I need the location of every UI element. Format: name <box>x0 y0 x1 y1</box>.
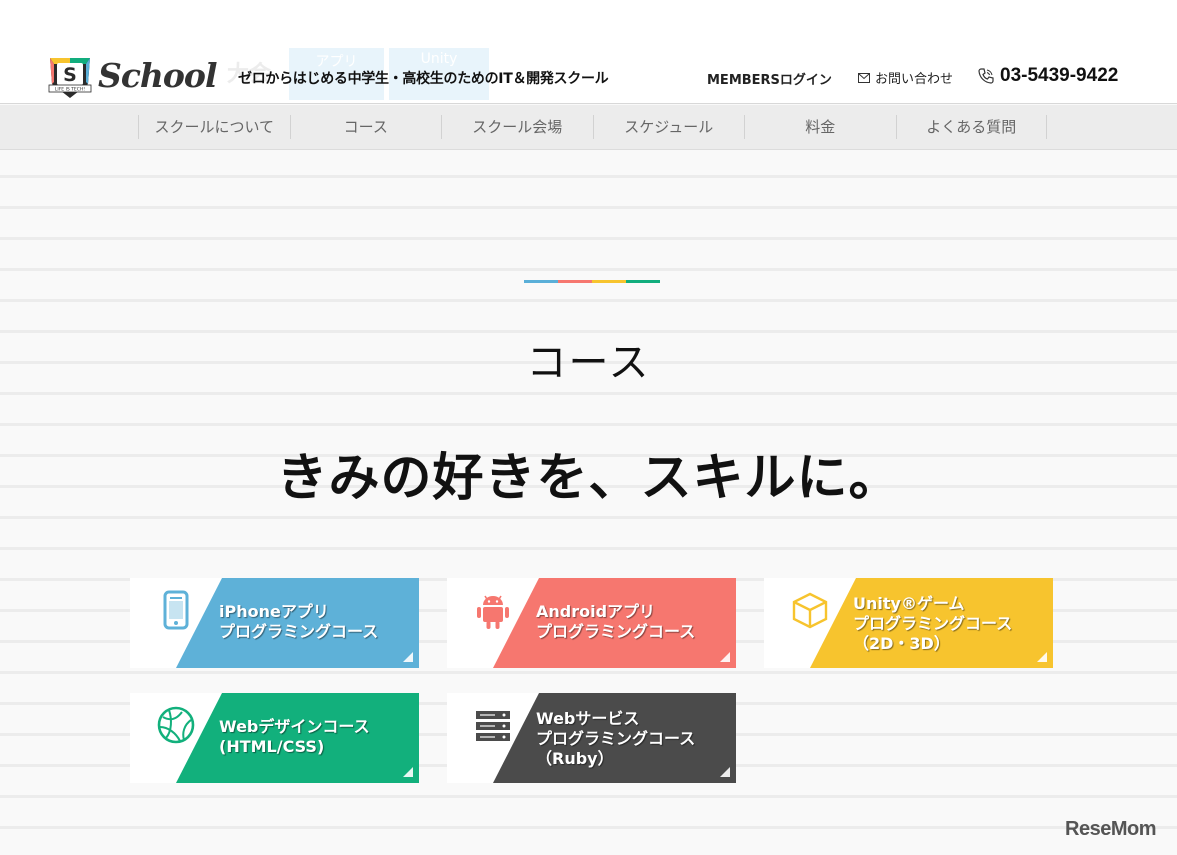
course-label-line: Unity®ゲーム <box>853 594 965 613</box>
course-label-line: プログラミングコース <box>219 622 379 641</box>
course-label-line: （2D・3D） <box>853 634 950 653</box>
phone-link[interactable]: 03-5439-9422 <box>978 65 1118 87</box>
course-label-line: Androidアプリ <box>536 602 656 621</box>
course-label-line: (HTML/CSS) <box>219 737 325 756</box>
corner-arrow-icon <box>1037 652 1047 662</box>
corner-arrow-icon <box>403 652 413 662</box>
iphone-icon <box>163 590 189 630</box>
course-label-line: プログラミングコース <box>536 622 696 641</box>
course-label: Webデザインコース (HTML/CSS) <box>219 717 370 757</box>
nav-item-price[interactable]: 料金 <box>744 115 896 139</box>
course-label: Androidアプリ プログラミングコース <box>536 602 695 642</box>
site-header: アプリ Unity 大会 S LIFE IS TECH! School ゼロから… <box>0 0 1177 104</box>
catchphrase: きみの好きを、スキルに。 <box>276 449 901 508</box>
accent-stripe <box>524 280 660 283</box>
android-icon <box>477 595 509 629</box>
contact-link[interactable]: お問い合わせ <box>858 68 953 87</box>
globe-icon <box>157 706 195 744</box>
stripe-yellow <box>592 280 626 283</box>
course-card-webservice[interactable]: Webサービス プログラミングコース （Ruby） <box>447 693 736 783</box>
school-logo-icon[interactable]: S LIFE IS TECH! <box>46 54 94 100</box>
corner-arrow-icon <box>720 767 730 777</box>
course-card-webdesign[interactable]: Webデザインコース (HTML/CSS) <box>130 693 419 783</box>
global-nav: スクールについて コース スクール会場 スケジュール 料金 よくある質問 <box>0 105 1177 150</box>
cube-icon <box>792 592 828 629</box>
course-label-line: プログラミングコース <box>536 729 696 748</box>
corner-arrow-icon <box>720 652 730 662</box>
course-label: Webサービス プログラミングコース （Ruby） <box>536 709 695 769</box>
contact-label: お問い合わせ <box>875 72 954 87</box>
logo-wordmark[interactable]: School <box>98 56 217 95</box>
svg-text:S: S <box>63 64 77 86</box>
course-label: iPhoneアプリ プログラミングコース <box>219 602 378 642</box>
course-label: Unity®ゲーム プログラミングコース （2D・3D） <box>853 594 1012 654</box>
stripe-red <box>558 280 592 283</box>
nav-item-faq[interactable]: よくある質問 <box>895 115 1047 139</box>
course-label-line: Webデザインコース <box>219 717 370 736</box>
course-card-unity[interactable]: Unity®ゲーム プログラミングコース （2D・3D） <box>764 578 1053 668</box>
course-card-iphone[interactable]: iPhoneアプリ プログラミングコース <box>130 578 419 668</box>
course-label-line: iPhoneアプリ <box>219 602 329 621</box>
members-login-link[interactable]: MEMBERSログイン <box>707 69 832 88</box>
section-title: コース <box>526 340 651 386</box>
stripe-green <box>626 280 660 283</box>
svg-text:LIFE IS TECH!: LIFE IS TECH! <box>55 87 85 93</box>
phone-number: 03-5439-9422 <box>1000 65 1119 86</box>
nav-item-about[interactable]: スクールについて <box>138 115 290 139</box>
site-tagline: ゼロからはじめる中学生・高校生のためのIT＆開発スクール <box>238 71 609 87</box>
nav-item-course[interactable]: コース <box>289 115 442 139</box>
corner-arrow-icon <box>403 767 413 777</box>
server-icon <box>476 711 510 741</box>
course-label-line: Webサービス <box>536 709 640 728</box>
resemom-watermark: ReseMom <box>1065 818 1156 840</box>
phone-icon <box>978 68 994 84</box>
course-card-android[interactable]: Androidアプリ プログラミングコース <box>447 578 736 668</box>
nav-item-venue[interactable]: スクール会場 <box>441 115 593 139</box>
course-label-line: プログラミングコース <box>853 614 1013 633</box>
nav-item-schedule[interactable]: スケジュール <box>592 115 745 139</box>
stripe-blue <box>524 280 558 283</box>
course-label-line: （Ruby） <box>536 749 614 768</box>
mail-icon <box>858 72 870 83</box>
